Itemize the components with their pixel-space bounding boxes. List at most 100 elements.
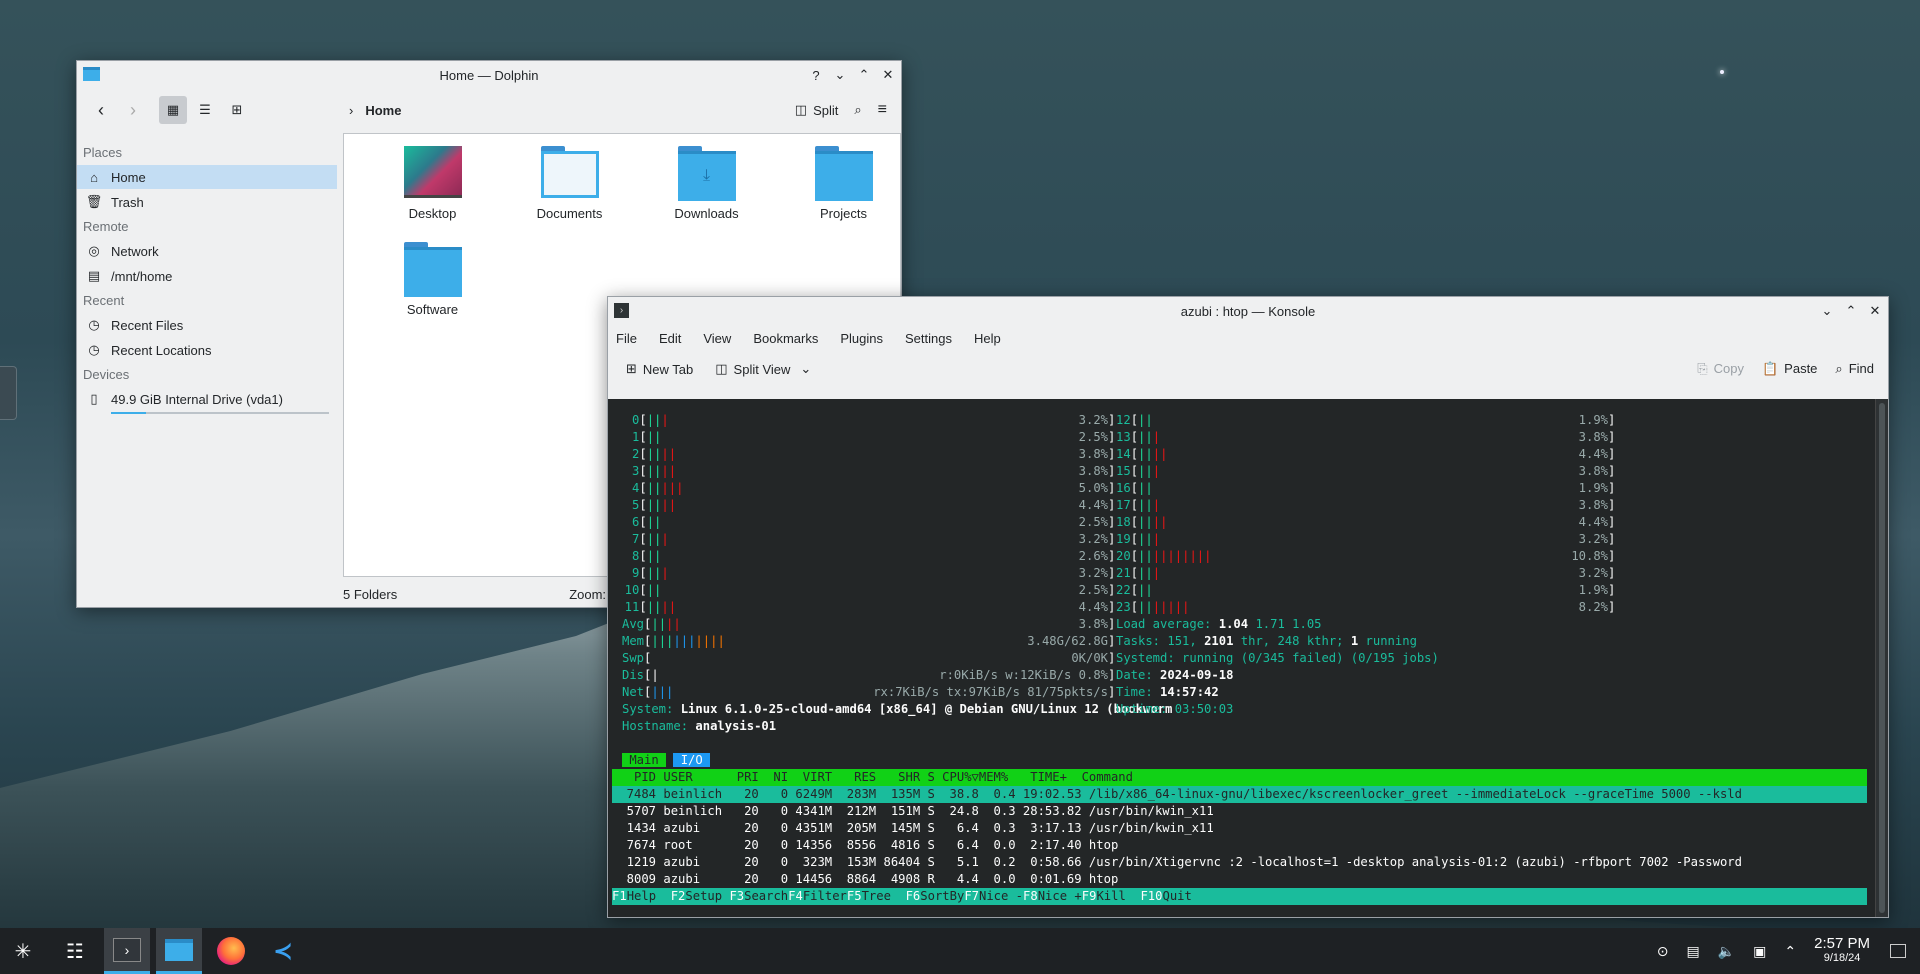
menu-help[interactable]: Help xyxy=(974,331,1001,346)
cpu-percent: 3.2%] xyxy=(1578,566,1616,580)
breadcrumb-home[interactable]: Home xyxy=(365,103,401,118)
folder-documents[interactable]: Documents xyxy=(501,146,638,242)
cpu-percent: 3.8%] xyxy=(1578,464,1616,478)
tray-expand-icon[interactable]: ⌃ xyxy=(1784,943,1796,960)
cpu-percent: 3.2%] xyxy=(1078,566,1116,580)
clock-date: 9/18/24 xyxy=(1823,952,1861,964)
hamburger-menu-icon[interactable]: ≡ xyxy=(878,101,887,119)
table-row[interactable]: 8009 azubi 20 0 14456 8864 4908 R 4.4 0.… xyxy=(612,871,1867,888)
maximize-icon[interactable]: ⌃ xyxy=(1844,303,1858,319)
table-row[interactable]: 1219 azubi 20 0 323M 153M 86404 S 5.1 0.… xyxy=(612,854,1867,871)
menu-view[interactable]: View xyxy=(703,331,731,346)
clock[interactable]: 2:57 PM 9/18/24 xyxy=(1814,936,1870,966)
cpu-meter: 13[||| xyxy=(1116,430,1161,444)
update-icon[interactable]: ⊙ xyxy=(1657,943,1669,960)
new-tab-button[interactable]: ⊞ New Tab xyxy=(622,355,697,383)
drive-usage-fill xyxy=(111,412,146,414)
details-view-button[interactable]: ⊞ xyxy=(223,96,251,124)
close-icon[interactable]: ✕ xyxy=(1868,303,1882,319)
sidebar-item-mnt-home[interactable]: ▤ /mnt/home xyxy=(77,264,337,288)
clipboard-icon[interactable]: ▤ xyxy=(1686,943,1699,960)
menu-plugins[interactable]: Plugins xyxy=(840,331,883,346)
software-folder-icon xyxy=(403,242,462,297)
table-row[interactable]: 5707 beinlich 20 0 4341M 212M 151M S 24.… xyxy=(612,803,1867,820)
maximize-icon[interactable]: ⌃ xyxy=(857,67,871,83)
cpu-meter: 8[|| xyxy=(610,549,662,563)
forward-button[interactable]: › xyxy=(119,96,147,124)
table-row[interactable]: 7484 beinlich 20 0 6249M 283M 135M S 38.… xyxy=(612,786,1867,803)
sidebar-item-home[interactable]: ⌂ Home xyxy=(77,165,337,189)
minimize-icon[interactable]: ⌄ xyxy=(1820,303,1834,319)
split-view-button[interactable]: ◫ Split View ⌄ xyxy=(711,355,815,383)
sidebar-item-recent-files[interactable]: ◷ Recent Files xyxy=(77,313,337,337)
konsole-icon[interactable]: › xyxy=(104,928,150,974)
cpu-percent: 2.5%] xyxy=(1078,583,1116,597)
window-title: azubi : htop — Konsole xyxy=(1180,303,1316,319)
minimize-icon[interactable]: ⌄ xyxy=(833,67,847,83)
cpu-meter: 4[||||| xyxy=(610,481,684,495)
cpu-meter: 0[||| xyxy=(610,413,669,427)
sidebar-item-label: Recent Locations xyxy=(111,342,212,358)
menu-file[interactable]: File xyxy=(616,331,637,346)
folder-downloads[interactable]: ⤓ Downloads xyxy=(638,146,775,242)
cpu-percent: 4.4%] xyxy=(1578,515,1616,529)
copy-button[interactable]: ⎘ Copy xyxy=(1697,361,1744,377)
menu-bookmarks[interactable]: Bookmarks xyxy=(753,331,818,346)
cpu-percent: 1.9%] xyxy=(1578,583,1616,597)
volume-icon[interactable]: 🔈 xyxy=(1718,943,1735,960)
cpu-percent: 3.8%] xyxy=(1078,464,1116,478)
systemd: Systemd: running (0/345 failed) (0/195 j… xyxy=(1116,651,1439,665)
help-icon[interactable]: ? xyxy=(809,68,823,83)
terminal-scrollbar[interactable] xyxy=(1875,399,1888,917)
icons-view-button[interactable]: ▦ xyxy=(159,96,187,124)
menu-settings[interactable]: Settings xyxy=(905,331,952,346)
sidebar-item-recent-locations[interactable]: ◷ Recent Locations xyxy=(77,338,337,362)
vscode-icon[interactable]: ≺ xyxy=(260,928,306,974)
sidebar-item-network[interactable]: ◎ Network xyxy=(77,239,337,263)
paste-button[interactable]: 📋 Paste xyxy=(1762,361,1817,377)
dolphin-titlebar[interactable]: Home — Dolphin ? ⌄ ⌃ ✕ xyxy=(77,61,901,89)
close-icon[interactable]: ✕ xyxy=(881,67,895,83)
find-button[interactable]: ⌕ Find xyxy=(1835,361,1874,377)
sidebar-item-label: /mnt/home xyxy=(111,268,173,284)
dolphin-icon[interactable] xyxy=(156,928,202,974)
folder-projects[interactable]: Projects xyxy=(775,146,912,242)
tab-io[interactable]: I/O xyxy=(673,753,711,767)
konsole-titlebar[interactable]: › azubi : htop — Konsole ⌄ ⌃ ✕ xyxy=(608,297,1888,325)
sidebar-item-trash[interactable]: 🗑 Trash xyxy=(77,190,337,214)
application-launcher-icon[interactable]: ✳ xyxy=(0,928,46,974)
cpu-meter: 9[||| xyxy=(610,566,669,580)
show-desktop-icon[interactable] xyxy=(1890,944,1906,958)
search-icon[interactable]: ⌕ xyxy=(854,102,861,118)
terminal[interactable]: 0[||| 3.2%] 12[|| 1.9%] 1[|| 2.5%] 13[||| 3.8%… xyxy=(608,399,1876,917)
cpu-percent: 2.5%] xyxy=(1078,430,1116,444)
cpu-meter: 3[|||| xyxy=(610,464,677,478)
folder-desktop[interactable]: Desktop xyxy=(364,146,501,242)
menu-edit[interactable]: Edit xyxy=(659,331,681,346)
tab-main[interactable]: Main xyxy=(622,753,667,767)
split-icon: ◫ xyxy=(794,102,808,117)
panel-edge-handle[interactable] xyxy=(0,366,17,420)
compact-view-button[interactable]: ☰ xyxy=(191,96,219,124)
table-row[interactable]: 7674 root 20 0 14356 8556 4816 S 6.4 0.0… xyxy=(612,837,1867,854)
scrollbar-thumb[interactable] xyxy=(1879,403,1885,913)
cpu-percent: 1.9%] xyxy=(1578,481,1616,495)
table-row[interactable]: 1434 azubi 20 0 4351M 205M 145M S 6.4 0.… xyxy=(612,820,1867,837)
network-icon[interactable]: ▣ xyxy=(1753,943,1766,960)
cpu-percent: 4.4%] xyxy=(1078,600,1116,614)
sidebar-item-drive[interactable]: ▯ 49.9 GiB Internal Drive (vda1) xyxy=(77,387,337,411)
process-table-header: PID USER PRI NI VIRT RES SHR S CPU%▽MEM%… xyxy=(612,769,1867,786)
paste-label: Paste xyxy=(1784,361,1818,376)
tasks: Tasks: 151, 2101 thr, 248 kthr; 1 runnin… xyxy=(1116,634,1417,648)
file-label: Software xyxy=(406,302,459,317)
split-button[interactable]: ◫ Split xyxy=(795,102,839,118)
folder-software[interactable]: Software xyxy=(364,242,501,338)
cpu-percent: 3.8%] xyxy=(1578,498,1616,512)
file-label: Downloads xyxy=(674,206,739,221)
system-settings-icon[interactable]: ☷ xyxy=(52,928,98,974)
cpu-percent: 2.6%] xyxy=(1078,549,1116,563)
back-button[interactable]: ‹ xyxy=(87,96,115,124)
split-view-icon: ◫ xyxy=(715,361,728,376)
cpu-meter: 7[||| xyxy=(610,532,669,546)
firefox-icon[interactable] xyxy=(208,928,254,974)
